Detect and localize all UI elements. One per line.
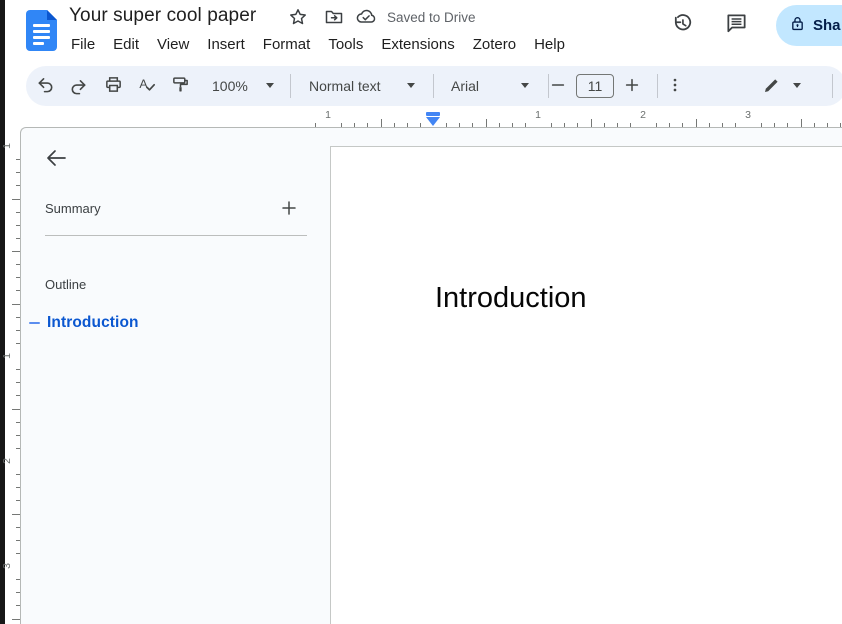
- ruler-number: 2: [640, 109, 646, 121]
- undo-button[interactable]: [32, 73, 58, 99]
- share-button-label: Sha: [813, 17, 841, 34]
- plus-icon: [281, 200, 297, 219]
- ruler-tick: [12, 304, 20, 305]
- menu-edit[interactable]: Edit: [104, 32, 148, 56]
- sidebar-divider: [45, 235, 307, 236]
- move-button[interactable]: [322, 6, 346, 30]
- menu-tools[interactable]: Tools: [319, 32, 372, 56]
- toolbar-divider: [433, 74, 434, 98]
- increase-font-size-button[interactable]: [619, 73, 645, 99]
- zoom-select[interactable]: 100%: [212, 66, 248, 106]
- vertical-ruler[interactable]: 1 1 2 3: [0, 127, 20, 624]
- ruler-tick: [801, 119, 802, 127]
- document-heading[interactable]: Introduction: [435, 281, 587, 315]
- outline-item-introduction[interactable]: Introduction: [29, 314, 139, 332]
- more-options-button[interactable]: [662, 73, 688, 99]
- left-indent-marker[interactable]: [426, 117, 440, 126]
- ruler-tick: [12, 409, 20, 410]
- outline-label: Outline: [45, 277, 86, 292]
- saved-status-text: Saved to Drive: [387, 10, 476, 25]
- star-button[interactable]: [286, 6, 310, 30]
- menu-format[interactable]: Format: [254, 32, 320, 56]
- comments-button[interactable]: [724, 13, 748, 37]
- ruler-tick: [12, 514, 20, 515]
- cloud-saved-icon: [355, 6, 377, 31]
- font-select[interactable]: Arial: [451, 66, 479, 106]
- vertical-dots-icon: [666, 76, 684, 97]
- paragraph-style-select[interactable]: Normal text: [309, 66, 381, 106]
- document-page[interactable]: [330, 146, 842, 624]
- history-clock-icon: [671, 12, 694, 38]
- menu-view[interactable]: View: [148, 32, 198, 56]
- spelling-check-button[interactable]: A: [134, 73, 160, 99]
- version-history-button[interactable]: [670, 13, 694, 37]
- toolbar-divider: [657, 74, 658, 98]
- back-arrow-icon: [44, 146, 68, 173]
- ruler-number: 3: [1, 563, 13, 569]
- ruler-number: 2: [1, 458, 13, 464]
- paint-format-button[interactable]: [167, 73, 193, 99]
- ruler-number: 1: [1, 353, 13, 359]
- undo-icon: [36, 75, 55, 97]
- svg-text:A: A: [139, 77, 148, 91]
- add-summary-button[interactable]: [279, 199, 299, 219]
- ruler-tick: [696, 119, 697, 127]
- comment-icon: [725, 12, 748, 38]
- document-title[interactable]: Your super cool paper: [69, 5, 256, 27]
- ruler-tick: [381, 119, 382, 127]
- ruler-number: 1: [1, 143, 13, 149]
- close-outline-button[interactable]: [42, 145, 70, 173]
- menu-file[interactable]: File: [62, 32, 104, 56]
- outline-active-dash-icon: [29, 322, 40, 325]
- first-line-indent-marker[interactable]: [426, 112, 440, 116]
- menubar: File Edit View Insert Format Tools Exten…: [62, 32, 574, 56]
- ruler-number: 3: [745, 109, 751, 121]
- ruler-number: 1: [325, 109, 331, 121]
- plus-icon: [623, 76, 641, 97]
- style-caret-icon[interactable]: [407, 83, 415, 88]
- document-status-button[interactable]: [354, 6, 378, 30]
- toolbar-divider: [832, 74, 833, 98]
- ruler-tick: [486, 119, 487, 127]
- docs-logo-icon[interactable]: [26, 10, 57, 51]
- summary-label: Summary: [45, 201, 101, 216]
- toolbar-divider: [290, 74, 291, 98]
- star-icon: [288, 7, 308, 30]
- menu-extensions[interactable]: Extensions: [372, 32, 463, 56]
- minus-icon: [549, 76, 567, 97]
- editing-mode-caret-icon[interactable]: [793, 83, 801, 88]
- ruler-tick: [12, 619, 20, 620]
- decrease-font-size-button[interactable]: [545, 73, 571, 99]
- ruler-number: 1: [535, 109, 541, 121]
- print-icon: [104, 75, 123, 97]
- ruler-tick: [12, 199, 20, 200]
- share-button[interactable]: Sha: [776, 5, 842, 46]
- font-caret-icon[interactable]: [521, 83, 529, 88]
- pencil-icon: [762, 75, 782, 98]
- editing-mode-button[interactable]: [759, 73, 785, 99]
- menu-insert[interactable]: Insert: [198, 32, 254, 56]
- menu-help[interactable]: Help: [525, 32, 574, 56]
- menu-zotero[interactable]: Zotero: [464, 32, 525, 56]
- lock-icon: [789, 15, 806, 36]
- zoom-caret-icon[interactable]: [266, 83, 274, 88]
- redo-button[interactable]: [65, 73, 91, 99]
- paint-roller-icon: [171, 75, 190, 97]
- ruler-tick: [591, 119, 592, 127]
- font-size-input[interactable]: 11: [576, 74, 614, 98]
- redo-icon: [69, 77, 88, 96]
- ruler-tick: [12, 251, 20, 252]
- folder-move-icon: [324, 7, 344, 30]
- spellcheck-icon: A: [138, 75, 157, 97]
- outline-item-label[interactable]: Introduction: [47, 314, 139, 332]
- print-button[interactable]: [100, 73, 126, 99]
- docs-logo-fold: [47, 10, 57, 20]
- indent-marker[interactable]: [426, 112, 440, 126]
